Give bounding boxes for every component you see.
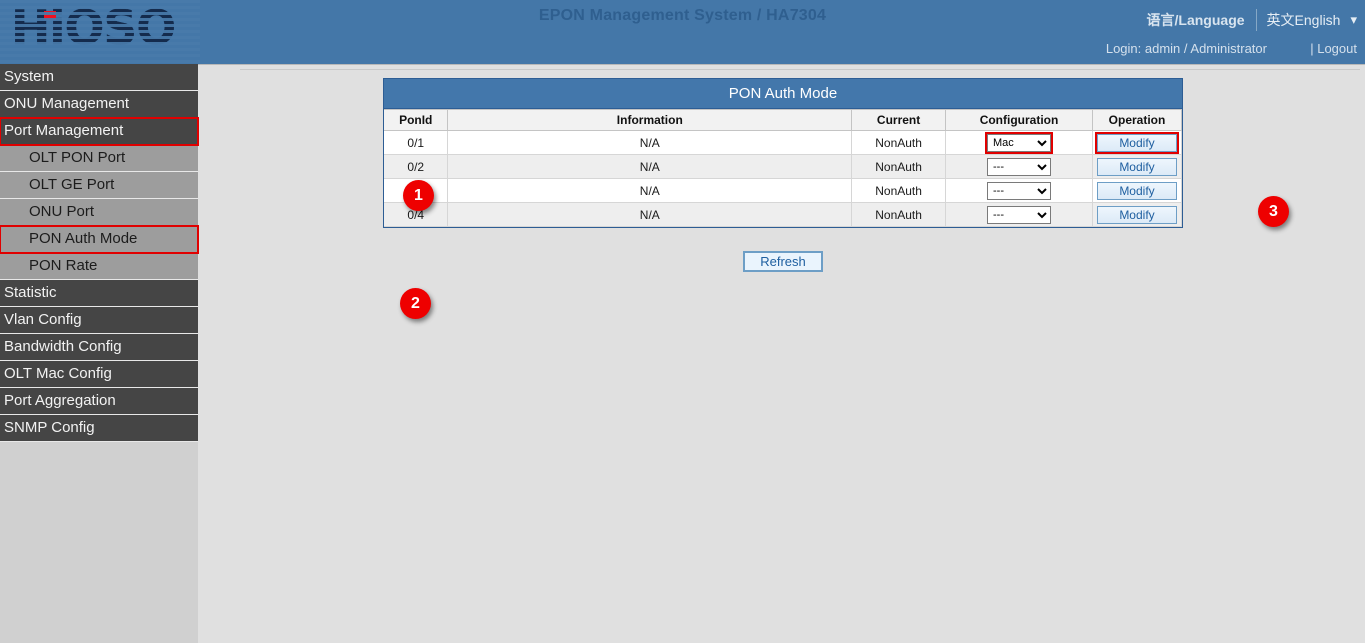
pon-auth-mode-panel: PON Auth Mode PonId Information Current … <box>383 78 1183 228</box>
login-status-bar: Login: admin / Administrator | Logout <box>1106 41 1357 56</box>
cell-information: N/A <box>448 203 852 227</box>
cell-operation: Modify <box>1092 155 1181 179</box>
modify-button[interactable]: Modify <box>1097 182 1177 200</box>
language-select[interactable]: 英文English ▾ <box>1256 9 1357 31</box>
cell-ponid: 0/2 <box>384 155 448 179</box>
app-header: HiOSO EPON Management System / HA7304 语言… <box>0 0 1365 64</box>
modify-button[interactable]: Modify <box>1097 134 1177 152</box>
annotation-badge-2: 2 <box>400 288 431 319</box>
main-content: PON Auth Mode PonId Information Current … <box>198 64 1365 643</box>
cell-configuration: ---MacLoidLoidPasswordPassword <box>946 179 1093 203</box>
refresh-button-area: Refresh <box>383 251 1183 272</box>
table-row: 0/3N/ANonAuth---MacLoidLoidPasswordPassw… <box>384 179 1182 203</box>
cell-configuration: ---MacLoidLoidPasswordPassword <box>946 203 1093 227</box>
login-user-text: Login: admin / Administrator <box>1106 41 1267 56</box>
column-header-information: Information <box>448 110 852 131</box>
cell-ponid: 0/1 <box>384 131 448 155</box>
auth-mode-select[interactable]: ---MacLoidLoidPasswordPassword <box>987 158 1051 176</box>
panel-title: PON Auth Mode <box>384 79 1182 109</box>
cell-information: N/A <box>448 179 852 203</box>
column-header-operation: Operation <box>1092 110 1181 131</box>
annotation-badge-3: 3 <box>1258 196 1289 227</box>
modify-button[interactable]: Modify <box>1097 206 1177 224</box>
sidebar-item-onu-management[interactable]: ONU Management <box>0 91 198 118</box>
chevron-down-icon: ▾ <box>1350 12 1357 28</box>
language-label: 语言/Language <box>1147 10 1245 30</box>
language-selected-value: 英文English <box>1267 10 1341 30</box>
table-head: PonId Information Current Configuration … <box>384 110 1182 131</box>
sidebar-item-statistic[interactable]: Statistic <box>0 280 198 307</box>
cell-information: N/A <box>448 155 852 179</box>
sidebar-item-pon-auth-mode[interactable]: PON Auth Mode <box>0 226 198 253</box>
sidebar-nav: SystemONU ManagementPort ManagementOLT P… <box>0 64 198 643</box>
annotation-badge-1: 1 <box>403 180 434 211</box>
logout-link[interactable]: | Logout <box>1310 41 1357 56</box>
sidebar-item-snmp-config[interactable]: SNMP Config <box>0 415 198 442</box>
sidebar-item-bandwidth-config[interactable]: Bandwidth Config <box>0 334 198 361</box>
cell-current: NonAuth <box>852 179 946 203</box>
column-header-current: Current <box>852 110 946 131</box>
cell-information: N/A <box>448 131 852 155</box>
sidebar-item-olt-mac-config[interactable]: OLT Mac Config <box>0 361 198 388</box>
sidebar-item-olt-pon-port[interactable]: OLT PON Port <box>0 145 198 172</box>
language-selector-group: 语言/Language 英文English ▾ <box>1147 9 1357 31</box>
cell-current: NonAuth <box>852 203 946 227</box>
modify-button[interactable]: Modify <box>1097 158 1177 176</box>
refresh-button[interactable]: Refresh <box>743 251 823 272</box>
cell-operation: Modify <box>1092 179 1181 203</box>
table-row: 0/4N/ANonAuth---MacLoidLoidPasswordPassw… <box>384 203 1182 227</box>
auth-mode-select[interactable]: ---MacLoidLoidPasswordPassword <box>987 206 1051 224</box>
cell-operation: Modify <box>1092 131 1181 155</box>
column-header-configuration: Configuration <box>946 110 1093 131</box>
cell-configuration: ---MacLoidLoidPasswordPassword <box>946 155 1093 179</box>
sidebar-item-port-aggregation[interactable]: Port Aggregation <box>0 388 198 415</box>
cell-current: NonAuth <box>852 155 946 179</box>
content-top-rule <box>240 69 1360 70</box>
sidebar-item-system[interactable]: System <box>0 64 198 91</box>
sidebar-item-port-management[interactable]: Port Management <box>0 118 198 145</box>
table-header-row: PonId Information Current Configuration … <box>384 110 1182 131</box>
cell-current: NonAuth <box>852 131 946 155</box>
sidebar-item-onu-port[interactable]: ONU Port <box>0 199 198 226</box>
sidebar-item-olt-ge-port[interactable]: OLT GE Port <box>0 172 198 199</box>
auth-mode-select[interactable]: ---MacLoidLoidPasswordPassword <box>987 134 1051 152</box>
sidebar-item-vlan-config[interactable]: Vlan Config <box>0 307 198 334</box>
cell-configuration: ---MacLoidLoidPasswordPassword <box>946 131 1093 155</box>
column-header-ponid: PonId <box>384 110 448 131</box>
table-row: 0/2N/ANonAuth ---MacLoidLoidPasswordPassw… <box>384 155 1182 179</box>
table-row: 0/1N/ANonAuth ---MacLoidLoidPasswordPassw… <box>384 131 1182 155</box>
sidebar-item-pon-rate[interactable]: PON Rate <box>0 253 198 280</box>
table-body: 0/1N/ANonAuth---MacLoidLoidPasswordPassw… <box>384 131 1182 227</box>
cell-operation: Modify <box>1092 203 1181 227</box>
pon-auth-table: PonId Information Current Configuration … <box>384 109 1182 227</box>
auth-mode-select[interactable]: ---MacLoidLoidPasswordPassword <box>987 182 1051 200</box>
